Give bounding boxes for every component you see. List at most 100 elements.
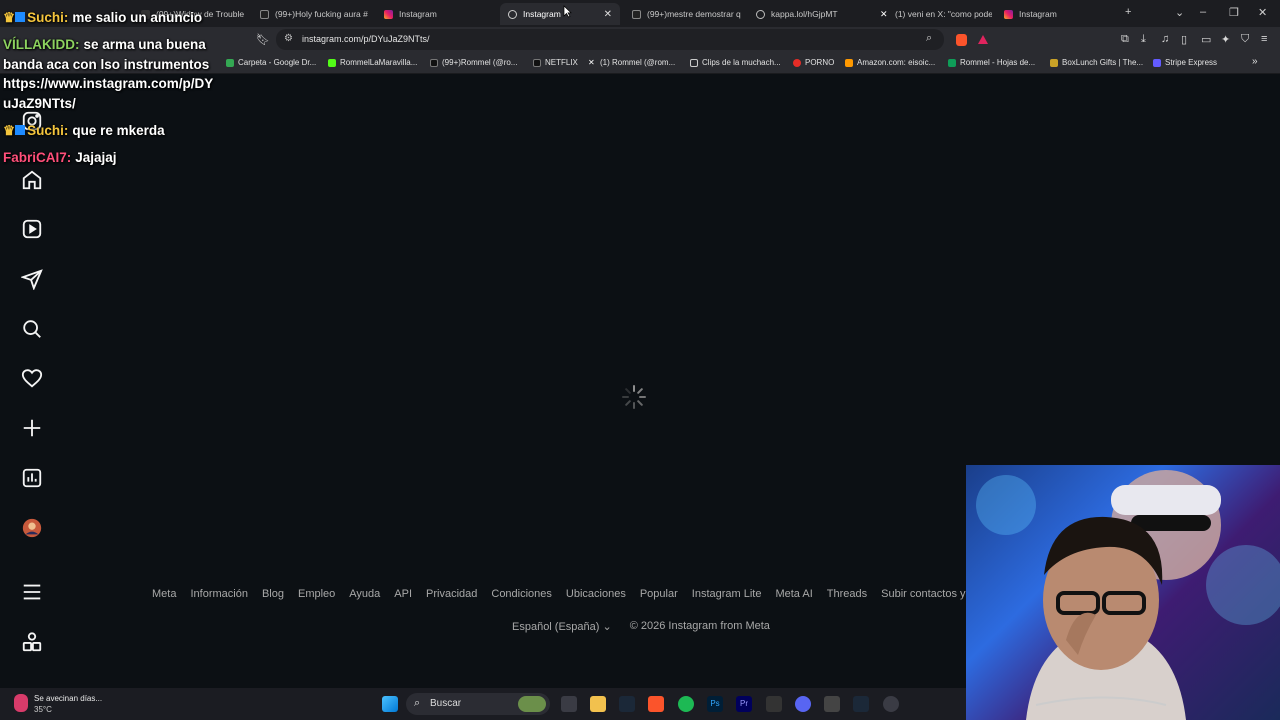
reels-icon[interactable]: [20, 217, 44, 241]
tab-x[interactable]: ✕ (1) veni en X: "como pode: [872, 3, 992, 25]
discord-icon[interactable]: [795, 696, 811, 712]
footer-link[interactable]: Información: [190, 588, 247, 600]
task-view-icon[interactable]: [561, 696, 577, 712]
music-icon[interactable]: ♫: [1161, 33, 1169, 45]
tab-mestre[interactable]: (99+)mestre demostrar q: [624, 3, 744, 25]
footer-link[interactable]: API: [394, 588, 412, 600]
app-icon[interactable]: [766, 696, 782, 712]
footer-link[interactable]: Ubicaciones: [566, 588, 626, 600]
footer-link[interactable]: Privacidad: [426, 588, 477, 600]
chevron-down-icon[interactable]: ⌄: [1175, 6, 1184, 19]
footer-link[interactable]: Ayuda: [349, 588, 380, 600]
bookmark-item[interactable]: NETFLIX: [533, 58, 578, 67]
vpn-icon[interactable]: ⛉: [1241, 33, 1249, 46]
notifications-heart-icon[interactable]: [20, 366, 44, 390]
loading-spinner-icon: [622, 385, 646, 409]
tab-kappa[interactable]: kappa.lol/hGjpMT: [748, 3, 868, 25]
bookmark-item[interactable]: Stripe Express: [1153, 58, 1217, 67]
footer-link[interactable]: Instagram Lite: [692, 588, 762, 600]
messages-icon[interactable]: [20, 267, 44, 291]
download-icon[interactable]: ⤓: [1141, 33, 1146, 46]
menu-icon[interactable]: ≡: [1261, 33, 1267, 45]
brave-icon[interactable]: [648, 696, 664, 712]
file-explorer-icon[interactable]: [590, 696, 606, 712]
chat-message: ♛ Suchi: me salio un anuncio: [3, 10, 203, 25]
sub-badge-icon: [15, 12, 26, 22]
address-bar[interactable]: ⚙︎ instagram.com/p/DYuJaZ9NTts/ ⌕: [276, 29, 944, 50]
tab-instagram-active[interactable]: Instagram ✕: [500, 3, 620, 25]
home-icon[interactable]: [20, 168, 44, 192]
url-text: instagram.com/p/DYuJaZ9NTts/: [302, 34, 430, 44]
loading-icon: [508, 9, 517, 19]
footer-link[interactable]: Subir contactos y perso: [881, 588, 966, 600]
brave-rewards-icon[interactable]: [978, 35, 988, 44]
x-icon: ✕: [880, 8, 888, 19]
tab-holy-aura[interactable]: (99+)Holy fucking aura #: [252, 3, 372, 25]
footer-link[interactable]: Blog: [262, 588, 284, 600]
globe-icon: [756, 9, 765, 19]
tab-instagram-2[interactable]: Instagram: [996, 3, 1116, 25]
bookmark-item[interactable]: Amazon.com: eisoic...: [845, 58, 935, 67]
extensions-icon[interactable]: ⧉: [1121, 33, 1129, 46]
weather-icon: [14, 694, 28, 712]
tab-instagram-1[interactable]: Instagram: [376, 3, 496, 25]
more-bookmarks-icon[interactable]: »: [1252, 56, 1258, 67]
tiktok-icon: [260, 9, 269, 19]
instagram-icon: [384, 9, 393, 19]
dashboard-icon[interactable]: [20, 466, 44, 490]
chat-message: FabriCAI7: Jajajaj: [3, 150, 117, 165]
chevron-down-icon: ⌄: [602, 621, 612, 633]
create-plus-icon[interactable]: [20, 416, 44, 440]
photoshop-icon[interactable]: Ps: [707, 696, 723, 712]
minimize-icon[interactable]: –: [1200, 6, 1206, 18]
crown-badge-icon: ♛: [3, 10, 16, 25]
spotify-icon[interactable]: [678, 696, 694, 712]
language-select[interactable]: Español (España) ⌄: [512, 620, 612, 633]
bookmark-item[interactable]: RommelLaMaravilla...: [328, 58, 417, 67]
tiktok-icon: [632, 9, 641, 19]
premiere-icon[interactable]: Pr: [736, 696, 752, 712]
bookmark-item[interactable]: Clips de la muchach...: [690, 58, 781, 67]
tiktok-icon: [430, 58, 438, 67]
site-info-icon[interactable]: ⚙︎: [284, 33, 293, 44]
search-icon[interactable]: [20, 317, 44, 341]
bookmark-icon[interactable]: 🔖︎: [256, 33, 270, 46]
brave-shield-icon[interactable]: [956, 34, 967, 46]
profile-avatar[interactable]: [20, 516, 44, 540]
taskbar-search[interactable]: ⌕ Buscar: [406, 693, 550, 715]
obs-icon[interactable]: [883, 696, 899, 712]
bookmark-item[interactable]: BoxLunch Gifts | The...: [1050, 58, 1143, 67]
google-drive-icon: [226, 58, 234, 67]
apps-grid-icon[interactable]: [20, 630, 44, 654]
controller-icon[interactable]: [824, 696, 840, 712]
zoom-icon[interactable]: ⌕: [926, 32, 932, 45]
sidebar-icon[interactable]: ▯: [1181, 33, 1187, 46]
leo-ai-icon[interactable]: ✦: [1221, 33, 1230, 46]
bookmark-item[interactable]: Rommel - Hojas de...: [948, 58, 1035, 67]
bookmark-item[interactable]: PORNO: [793, 58, 834, 67]
new-tab-icon[interactable]: +: [1125, 6, 1131, 18]
steam-2-icon[interactable]: [853, 696, 869, 712]
close-icon[interactable]: ✕: [604, 9, 612, 20]
bookmark-item[interactable]: ✕ (1) Rommel (@rom...: [588, 58, 675, 67]
bookmark-item[interactable]: Carpeta - Google Dr...: [226, 58, 316, 67]
mouse-cursor-icon: [563, 5, 572, 18]
restore-icon[interactable]: ❐: [1229, 6, 1239, 19]
sub-badge-icon: [15, 125, 26, 135]
steam-icon[interactable]: [619, 696, 635, 712]
footer-link[interactable]: Meta: [152, 588, 176, 600]
footer-link[interactable]: Empleo: [298, 588, 335, 600]
footer-links: Meta Información Blog Empleo Ayuda API P…: [152, 588, 966, 600]
footer-link[interactable]: Meta AI: [775, 588, 812, 600]
weather-title[interactable]: Se avecinan días...: [34, 694, 102, 703]
footer-link[interactable]: Popular: [640, 588, 678, 600]
windows-start-icon[interactable]: [382, 696, 398, 712]
netflix-icon: [533, 58, 541, 67]
footer-link[interactable]: Condiciones: [491, 588, 552, 600]
bookmark-item[interactable]: (99+)Rommel (@ro...: [430, 58, 517, 67]
wallet-icon[interactable]: ▭: [1201, 33, 1211, 46]
sheets-icon: [948, 58, 956, 67]
close-window-icon[interactable]: ✕: [1258, 6, 1267, 19]
more-menu-icon[interactable]: [20, 580, 44, 604]
footer-link[interactable]: Threads: [827, 588, 867, 600]
